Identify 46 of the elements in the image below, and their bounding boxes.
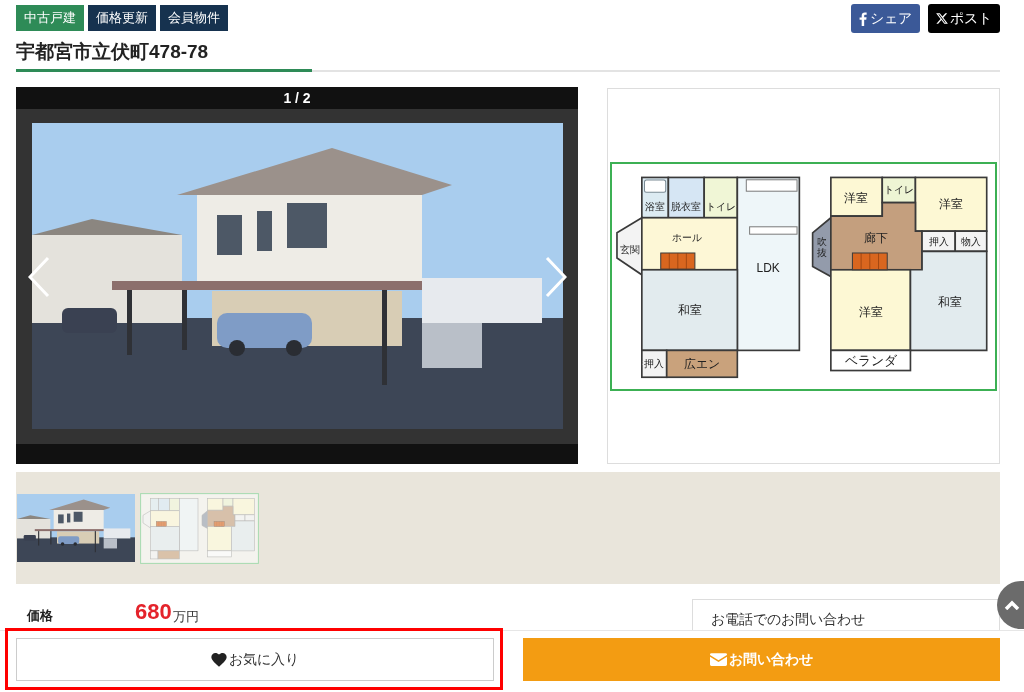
room-label: ホール: [671, 232, 702, 244]
room-label: トイレ: [883, 184, 914, 196]
room-label: 脱衣室: [671, 201, 702, 213]
property-tag: 会員物件: [160, 5, 228, 31]
share-button[interactable]: シェア: [851, 4, 920, 33]
chevron-up-icon: [1004, 600, 1020, 610]
room-label: 広エン: [684, 356, 720, 371]
x-logo-icon: [936, 13, 948, 24]
chevron-right-icon[interactable]: [545, 256, 567, 298]
property-tag: 価格更新: [88, 5, 156, 31]
image-counter: 1 / 2: [282, 88, 312, 108]
post-button[interactable]: ポスト: [928, 4, 1000, 33]
f-logo-icon: [859, 11, 867, 26]
price-amount: 680: [135, 601, 172, 623]
price-label: 価格: [27, 609, 54, 623]
heart-icon: [210, 652, 227, 667]
room-label: 廊下: [863, 230, 888, 245]
room-label: 和室: [677, 303, 702, 318]
room-label: 吹抜: [816, 235, 827, 258]
property-title: 宇都宮市立伏町478-78: [16, 40, 209, 64]
room-label: 和室: [938, 294, 963, 309]
room-label: 押入: [644, 358, 665, 370]
room-label: 物入: [961, 236, 982, 248]
bathtub-drawing: [644, 179, 667, 193]
envelope-icon: [709, 653, 727, 666]
room-label: 押入: [928, 236, 949, 248]
chevron-left-icon[interactable]: [28, 256, 50, 298]
favorite-button[interactable]: お気に入り: [16, 638, 494, 681]
room-label: 浴室: [645, 201, 666, 213]
scroll-to-top-button[interactable]: [997, 581, 1024, 629]
room-label: 玄関: [619, 244, 640, 256]
kitchen-counter-drawing: [745, 179, 798, 192]
room-label: 洋室: [938, 197, 963, 212]
room-label: 洋室: [858, 304, 883, 319]
floor-plan-thumbnail-drawing[interactable]: [140, 492, 259, 564]
house-thumbnail-drawing[interactable]: [17, 494, 135, 562]
room-label: ベランダ: [844, 353, 897, 369]
contact-panel-title: お電話でのお問い合わせ: [711, 611, 865, 627]
counter-drawing: [749, 226, 798, 235]
room-label: LDK: [756, 261, 780, 276]
room-label: 洋室: [844, 190, 869, 205]
price-unit: 万円: [172, 610, 199, 623]
stairs-drawing: [851, 252, 888, 271]
stairs-drawing: [660, 252, 696, 270]
room-label: トイレ: [705, 201, 736, 213]
property-tag: 中古戸建: [16, 5, 84, 31]
